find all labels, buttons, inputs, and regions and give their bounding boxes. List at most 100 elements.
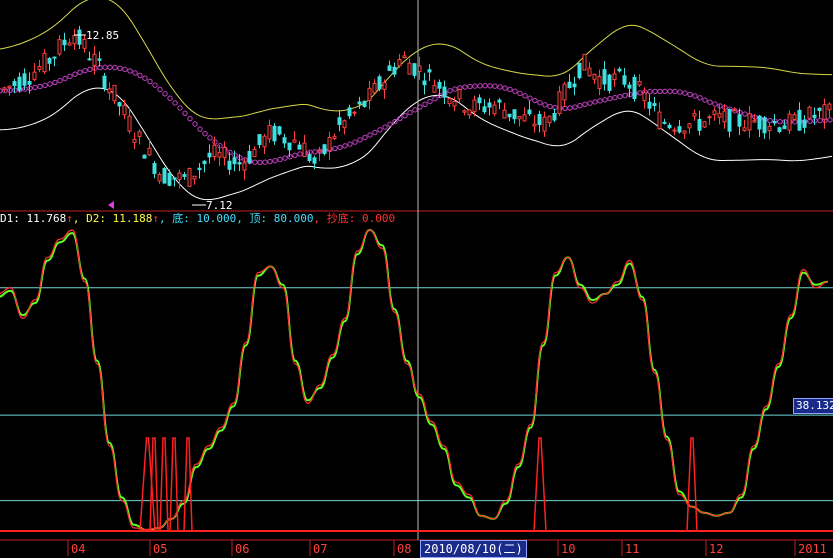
candle-body: [617, 68, 622, 72]
candle-body: [667, 124, 672, 129]
candle-body: [472, 99, 477, 112]
high-price-label: 12.85: [86, 29, 119, 42]
candle-body: [77, 29, 82, 45]
moving-average-dot: [332, 145, 338, 152]
candle-body: [807, 106, 812, 119]
candle-body: [97, 58, 102, 61]
moving-average-dot: [202, 130, 208, 137]
candle-body: [442, 86, 447, 98]
x-tick-label: 06: [235, 542, 249, 556]
d2-label: , D2:: [72, 212, 113, 225]
candle-body: [242, 162, 247, 171]
candle-body: [687, 123, 692, 129]
moving-average-dot: [57, 77, 63, 84]
top-value: 80.000: [273, 212, 314, 225]
moving-average-dot: [577, 102, 583, 109]
candle-body: [227, 160, 232, 170]
candle-body: [662, 121, 667, 124]
candle-body: [397, 58, 402, 67]
moving-average-dot: [312, 149, 318, 155]
candle-body: [262, 135, 267, 148]
moving-average-dot: [777, 118, 783, 125]
candle-body: [552, 113, 557, 121]
candle-body: [817, 107, 822, 112]
candle-body: [502, 109, 507, 119]
moving-average-dot: [0, 88, 3, 94]
price-panel[interactable]: 12.857.12: [0, 0, 833, 212]
candle-body: [607, 74, 612, 91]
candle-body: [157, 173, 162, 182]
candle-body: [332, 136, 337, 139]
candle-body: [542, 116, 547, 132]
x-axis: 04 05 06 07 08 10 11 12 2011: [0, 539, 833, 556]
candle-body: [457, 89, 462, 100]
candle-body: [677, 126, 682, 133]
candle-body: [492, 104, 497, 115]
candle-body: [717, 112, 722, 118]
x-tick-label: 10: [561, 542, 575, 556]
moving-average-dot: [432, 95, 438, 102]
candle-body: [17, 76, 22, 91]
candle-body: [812, 114, 817, 118]
stock-chart[interactable]: 12.857.12 04 05 06 07 08 10 11 12 2011: [0, 0, 833, 556]
candle-body: [407, 62, 412, 75]
candle-body: [517, 115, 522, 120]
moving-average-dot: [192, 121, 198, 127]
candle-body: [587, 67, 592, 77]
x-tick-label: 11: [625, 542, 639, 556]
candle-body: [432, 85, 437, 93]
candle-body: [127, 115, 132, 132]
d1-label: D1:: [0, 212, 27, 225]
candle-body: [342, 120, 347, 129]
moving-average-dot: [682, 90, 688, 96]
candle-body: [297, 144, 302, 150]
moving-average-dot: [82, 67, 88, 74]
moving-average-dot: [352, 139, 358, 145]
moving-average-dot: [117, 65, 123, 71]
candle-body: [767, 125, 772, 132]
candle-body: [797, 109, 802, 131]
moving-average-dot: [547, 103, 553, 110]
candle-body: [477, 97, 482, 104]
candle-body: [267, 125, 272, 140]
candle-body: [582, 53, 587, 71]
candle-body: [682, 130, 687, 134]
candle-body: [412, 63, 417, 76]
candle-body: [52, 56, 57, 59]
candle-body: [272, 125, 277, 142]
moving-average-dot: [87, 66, 93, 72]
candle-body: [47, 57, 52, 64]
oscillator-panel[interactable]: [0, 229, 833, 532]
moving-average-dot: [597, 98, 603, 104]
moving-average-dot: [277, 156, 283, 163]
candle-body: [112, 84, 117, 102]
candle-body: [392, 66, 397, 75]
moving-average-dot: [522, 93, 528, 99]
candle-body: [727, 108, 732, 132]
candle-body: [752, 120, 757, 123]
candle-body: [697, 118, 702, 131]
candle-body: [7, 85, 12, 89]
candle-body: [202, 160, 207, 165]
candle-body: [57, 39, 62, 55]
moving-average-dot: [177, 105, 183, 111]
candle-body: [62, 39, 67, 46]
candle-body: [107, 88, 112, 94]
candle-body: [707, 116, 712, 119]
candle-body: [482, 106, 487, 113]
moving-average-dot: [492, 83, 498, 89]
moving-average-dot: [162, 91, 168, 97]
moving-average-dot: [367, 132, 373, 138]
candle-body: [32, 71, 37, 80]
moving-average-dot: [477, 83, 483, 89]
candle-body: [612, 73, 617, 81]
candle-body: [507, 113, 512, 118]
moving-average-dot: [647, 88, 653, 95]
candle-body: [702, 121, 707, 128]
d1-value: 11.768: [26, 212, 67, 225]
candle-body: [92, 53, 97, 66]
moving-average-dot: [67, 73, 73, 80]
moving-average-dot: [427, 98, 433, 105]
candle-body: [357, 101, 362, 105]
moving-average-dot: [407, 110, 413, 116]
